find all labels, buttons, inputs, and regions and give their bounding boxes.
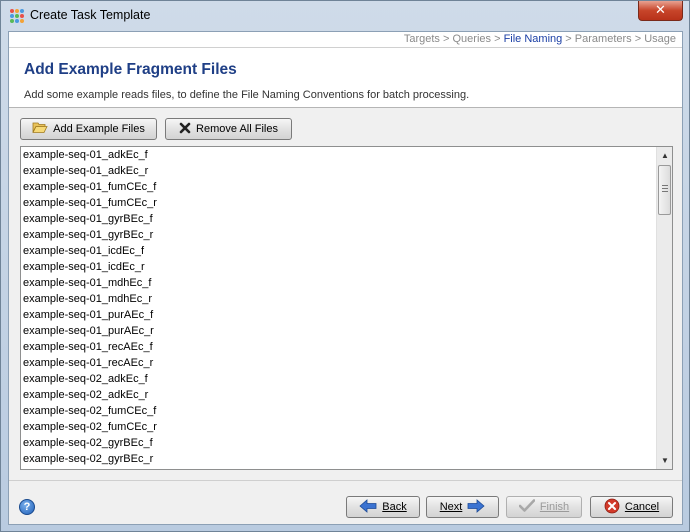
- list-item[interactable]: example-seq-01_adkEc_r: [21, 163, 657, 179]
- wizard-steps: Targets > Queries > File Naming > Parame…: [404, 33, 676, 45]
- file-list-items: example-seq-01_adkEc_f example-seq-01_adk…: [21, 147, 657, 469]
- arrow-left-icon: [359, 498, 377, 516]
- list-item[interactable]: example-seq-01_icdEc_f: [21, 243, 657, 259]
- arrow-right-icon: [467, 498, 485, 516]
- next-button[interactable]: Next: [426, 496, 499, 518]
- cancel-icon: [604, 498, 620, 517]
- finish-button[interactable]: Finish: [506, 496, 582, 518]
- example-files-list[interactable]: example-seq-01_adkEc_f example-seq-01_adk…: [20, 146, 673, 470]
- list-item[interactable]: example-seq-02_fumCEc_r: [21, 419, 657, 435]
- back-label: Back: [382, 501, 407, 513]
- footer-divider: [9, 480, 682, 481]
- list-item[interactable]: example-seq-02_adkEc_f: [21, 371, 657, 387]
- next-label: Next: [439, 501, 463, 513]
- scroll-up-icon[interactable]: ▲: [657, 147, 672, 164]
- list-item[interactable]: example-seq-01_fumCEc_r: [21, 195, 657, 211]
- step-separator: >: [562, 33, 575, 45]
- step-queries: Queries: [452, 33, 492, 45]
- list-item[interactable]: example-seq-02_icdEc_f: [21, 467, 657, 469]
- step-targets: Targets: [403, 33, 440, 45]
- cancel-button[interactable]: Cancel: [590, 496, 673, 518]
- list-item[interactable]: example-seq-01_icdEc_r: [21, 259, 657, 275]
- remove-all-files-label: Remove All Files: [196, 123, 278, 135]
- list-item[interactable]: example-seq-01_gyrBEc_f: [21, 211, 657, 227]
- dialog-window: Create Task Template ✕ Targets > Queries…: [0, 0, 690, 532]
- list-item[interactable]: example-seq-01_purAEc_f: [21, 307, 657, 323]
- list-item[interactable]: example-seq-02_gyrBEc_f: [21, 435, 657, 451]
- list-item[interactable]: example-seq-01_purAEc_r: [21, 323, 657, 339]
- step-separator: >: [439, 33, 453, 45]
- finish-label: Finish: [539, 501, 570, 513]
- add-example-files-label: Add Example Files: [53, 123, 145, 135]
- page-subtitle: Add some example reads files, to define …: [24, 89, 470, 101]
- step-usage: Usage: [644, 33, 676, 45]
- back-button[interactable]: Back: [346, 496, 420, 518]
- list-item[interactable]: example-seq-01_gyrBEc_r: [21, 227, 657, 243]
- folder-open-icon: [32, 121, 48, 137]
- list-item[interactable]: example-seq-01_adkEc_f: [21, 147, 657, 163]
- header-divider: [9, 47, 682, 48]
- list-item[interactable]: example-seq-01_mdhEc_r: [21, 291, 657, 307]
- scroll-thumb[interactable]: [658, 165, 671, 215]
- list-item[interactable]: example-seq-02_fumCEc_f: [21, 403, 657, 419]
- add-example-files-button[interactable]: Add Example Files: [20, 118, 157, 140]
- window-close-button[interactable]: ✕: [638, 1, 683, 21]
- app-dots-icon: [10, 9, 24, 23]
- cancel-label: Cancel: [624, 501, 660, 513]
- list-scrollbar[interactable]: ▲ ▼: [656, 147, 672, 469]
- title-bar[interactable]: Create Task Template ✕: [1, 1, 689, 31]
- dialog-body: Targets > Queries > File Naming > Parame…: [8, 31, 683, 525]
- list-item[interactable]: example-seq-02_adkEc_r: [21, 387, 657, 403]
- remove-all-files-button[interactable]: Remove All Files: [165, 118, 292, 140]
- step-separator: >: [491, 33, 504, 45]
- window-title: Create Task Template: [30, 8, 151, 22]
- x-mark-icon: [179, 122, 191, 137]
- checkmark-icon: [518, 499, 536, 515]
- list-item[interactable]: example-seq-01_mdhEc_f: [21, 275, 657, 291]
- list-item[interactable]: example-seq-01_recAEc_f: [21, 339, 657, 355]
- list-item[interactable]: example-seq-02_gyrBEc_r: [21, 451, 657, 467]
- list-item[interactable]: example-seq-01_fumCEc_f: [21, 179, 657, 195]
- step-file-naming: File Naming: [503, 33, 563, 45]
- step-parameters: Parameters: [574, 33, 632, 45]
- step-separator: >: [631, 33, 645, 45]
- page-title: Add Example Fragment Files: [24, 61, 237, 78]
- scroll-down-icon[interactable]: ▼: [657, 452, 672, 469]
- list-item[interactable]: example-seq-01_recAEc_r: [21, 355, 657, 371]
- help-icon[interactable]: ?: [19, 499, 35, 515]
- wizard-header: Targets > Queries > File Naming > Parame…: [9, 32, 682, 108]
